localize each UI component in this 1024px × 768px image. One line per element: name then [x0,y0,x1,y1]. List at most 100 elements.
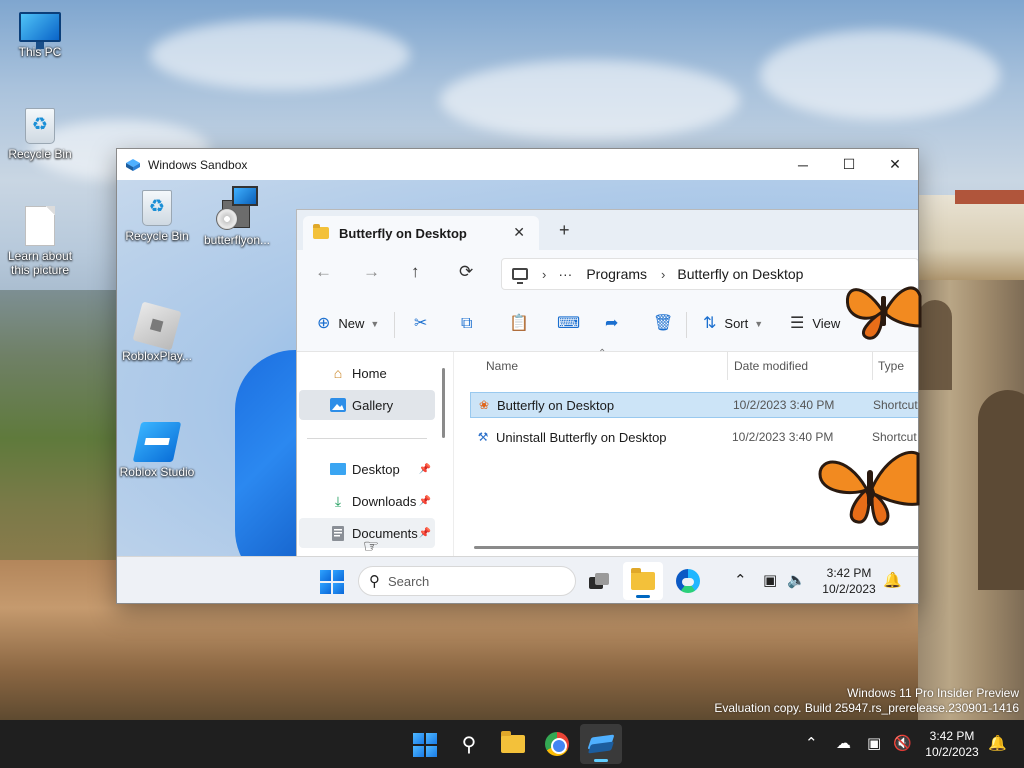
horizontal-scrollbar[interactable] [474,546,918,549]
view-label: View [812,316,841,331]
back-arrow-icon[interactable]: ← [315,262,332,282]
sandbox-title: Windows Sandbox [148,157,248,172]
close-button[interactable]: ✕ [872,149,918,180]
chevron-right-icon: › [542,266,547,282]
table-row[interactable]: ❀ Butterfly on Desktop 10/2/2023 3:40 PM… [470,392,918,418]
nav-label: Home [352,365,387,381]
file-explorer-taskbar-button[interactable] [499,730,527,758]
paste-button[interactable]: 📋 [509,314,529,334]
share-button[interactable]: ➦ [605,314,618,334]
nav-item-downloads[interactable]: ⤓ Downloads 📌 [299,486,435,516]
column-header-date[interactable]: Date modified [734,352,808,380]
refresh-icon[interactable]: ⟳ [459,262,473,282]
sandbox-icon-butterfly-installer[interactable]: butterflyon... [199,186,275,247]
folder-icon [313,224,329,239]
gallery-icon [330,397,346,413]
delete-button[interactable]: 🗑 [653,314,673,334]
desktop-icon-label: Learn about this picture [7,249,73,277]
copy-button[interactable]: ⧉ [461,314,472,334]
file-name: Butterfly on Desktop [497,397,615,413]
watermark-line2: Evaluation copy. Build 25947.rs_prerelea… [714,701,1019,715]
rename-icon: ⌨ [557,315,581,332]
close-tab-icon[interactable]: ✕ [513,224,525,241]
rename-button[interactable]: ⌨ [557,314,580,334]
navigation-pane: ⌂ Home Gallery Desktop 📌 ⤓ Downloads 📌 D… [297,352,445,556]
sandbox-titlebar[interactable]: Windows Sandbox ─ ☐ ✕ [117,149,918,180]
new-tab-button[interactable]: + [559,221,570,239]
nav-label: Downloads [352,493,417,509]
nav-item-desktop[interactable]: Desktop 📌 [299,454,435,484]
roblox-studio-icon [132,422,182,462]
new-button[interactable]: ⊕ New ▼ [317,314,379,334]
forward-arrow-icon[interactable]: → [363,262,380,282]
folder-icon [501,731,525,753]
this-pc-icon [512,268,528,284]
start-button[interactable] [320,570,344,594]
nav-label: Desktop [352,461,400,477]
network-icon[interactable]: ▣ [763,571,777,589]
desktop-icon-recycle-bin[interactable]: ♻ Recycle Bin [0,108,80,161]
volume-muted-icon[interactable]: 🔇 [893,734,912,752]
minimize-button[interactable]: ─ [780,149,826,180]
bridge-arch [978,390,1024,590]
maximize-button[interactable]: ☐ [826,149,872,180]
notification-bell-icon[interactable]: 🔔 [883,571,902,589]
desktop-icon-this-pc[interactable]: This PC [0,12,80,59]
desktop-icon-learn-about-picture[interactable]: Learn about this picture [0,206,80,277]
file-type: Shortcut [873,398,918,412]
nav-item-home[interactable]: ⌂ Home [299,358,435,388]
download-icon: ⤓ [334,492,342,509]
sort-ascending-icon: ⌃ [598,348,607,359]
nav-scrollbar[interactable] [442,368,445,438]
sandbox-icon-recycle-bin[interactable]: ♻ Recycle Bin [119,190,195,243]
sort-button[interactable]: ⇅ Sort ▼ [703,314,763,334]
taskbar-search-box[interactable]: ⚲ Search [358,566,576,596]
home-icon: ⌂ [333,365,343,381]
divider [307,438,427,439]
search-placeholder: Search [388,573,430,589]
network-icon[interactable]: ▣ [867,734,881,752]
breadcrumb-more[interactable]: ··· [558,266,572,282]
pin-icon: 📌 [418,495,431,507]
nav-item-gallery[interactable]: Gallery [299,390,435,420]
copy-icon: ⧉ [461,315,473,332]
breadcrumb-item-programs[interactable]: Programs [586,266,647,282]
search-icon: ⚲ [369,573,380,590]
column-separator[interactable] [872,352,873,380]
tab-title: Butterfly on Desktop [339,225,467,241]
file-explorer-taskbar-button[interactable] [629,567,657,595]
task-view-button[interactable] [585,567,613,595]
volume-icon[interactable]: 🔈 [787,571,806,589]
sandbox-icon-roblox-player[interactable]: RobloxPlay... [119,301,195,363]
sandbox-icon-roblox-studio[interactable]: Roblox Studio [119,422,195,479]
scissors-icon: ✂ [414,315,428,332]
pin-icon: 📌 [418,463,431,475]
up-arrow-icon[interactable]: ↑ [411,262,420,282]
column-header-type[interactable]: Type [878,352,904,380]
view-button[interactable]: ☰ View [790,314,840,334]
task-view-icon [589,573,609,589]
chrome-taskbar-button[interactable] [543,730,571,758]
sandbox-clock[interactable]: 3:42 PM 10/2/2023 [819,565,879,597]
host-clock[interactable]: 3:42 PM 10/2/2023 [920,728,984,760]
edge-taskbar-button[interactable] [674,567,702,595]
breadcrumb-item-current[interactable]: Butterfly on Desktop [677,266,803,282]
show-hidden-icons-chevron-icon[interactable]: ⌃ [805,734,818,752]
nav-label: Gallery [352,397,394,413]
sort-icon: ⇅ [703,315,717,332]
explorer-tab[interactable]: Butterfly on Desktop ✕ [303,216,539,250]
sandbox-icon-label: Recycle Bin [125,229,189,243]
uninstall-shortcut-icon: ⚒ [477,430,489,444]
column-separator[interactable] [727,352,728,380]
start-button[interactable] [413,733,437,757]
show-hidden-icons-chevron-icon[interactable]: ⌃ [734,571,747,589]
pin-icon: 📌 [418,527,431,539]
cloud [150,20,410,90]
town-buildings [918,195,1024,285]
column-header-name[interactable]: Name [486,352,518,380]
onedrive-cloud-icon[interactable]: ☁ [836,734,851,752]
cut-button[interactable]: ✂ [414,314,427,334]
windows-sandbox-taskbar-button[interactable] [587,730,615,758]
notification-bell-icon[interactable]: 🔔 [988,734,1007,752]
search-taskbar-button[interactable]: ⚲ [455,730,483,758]
